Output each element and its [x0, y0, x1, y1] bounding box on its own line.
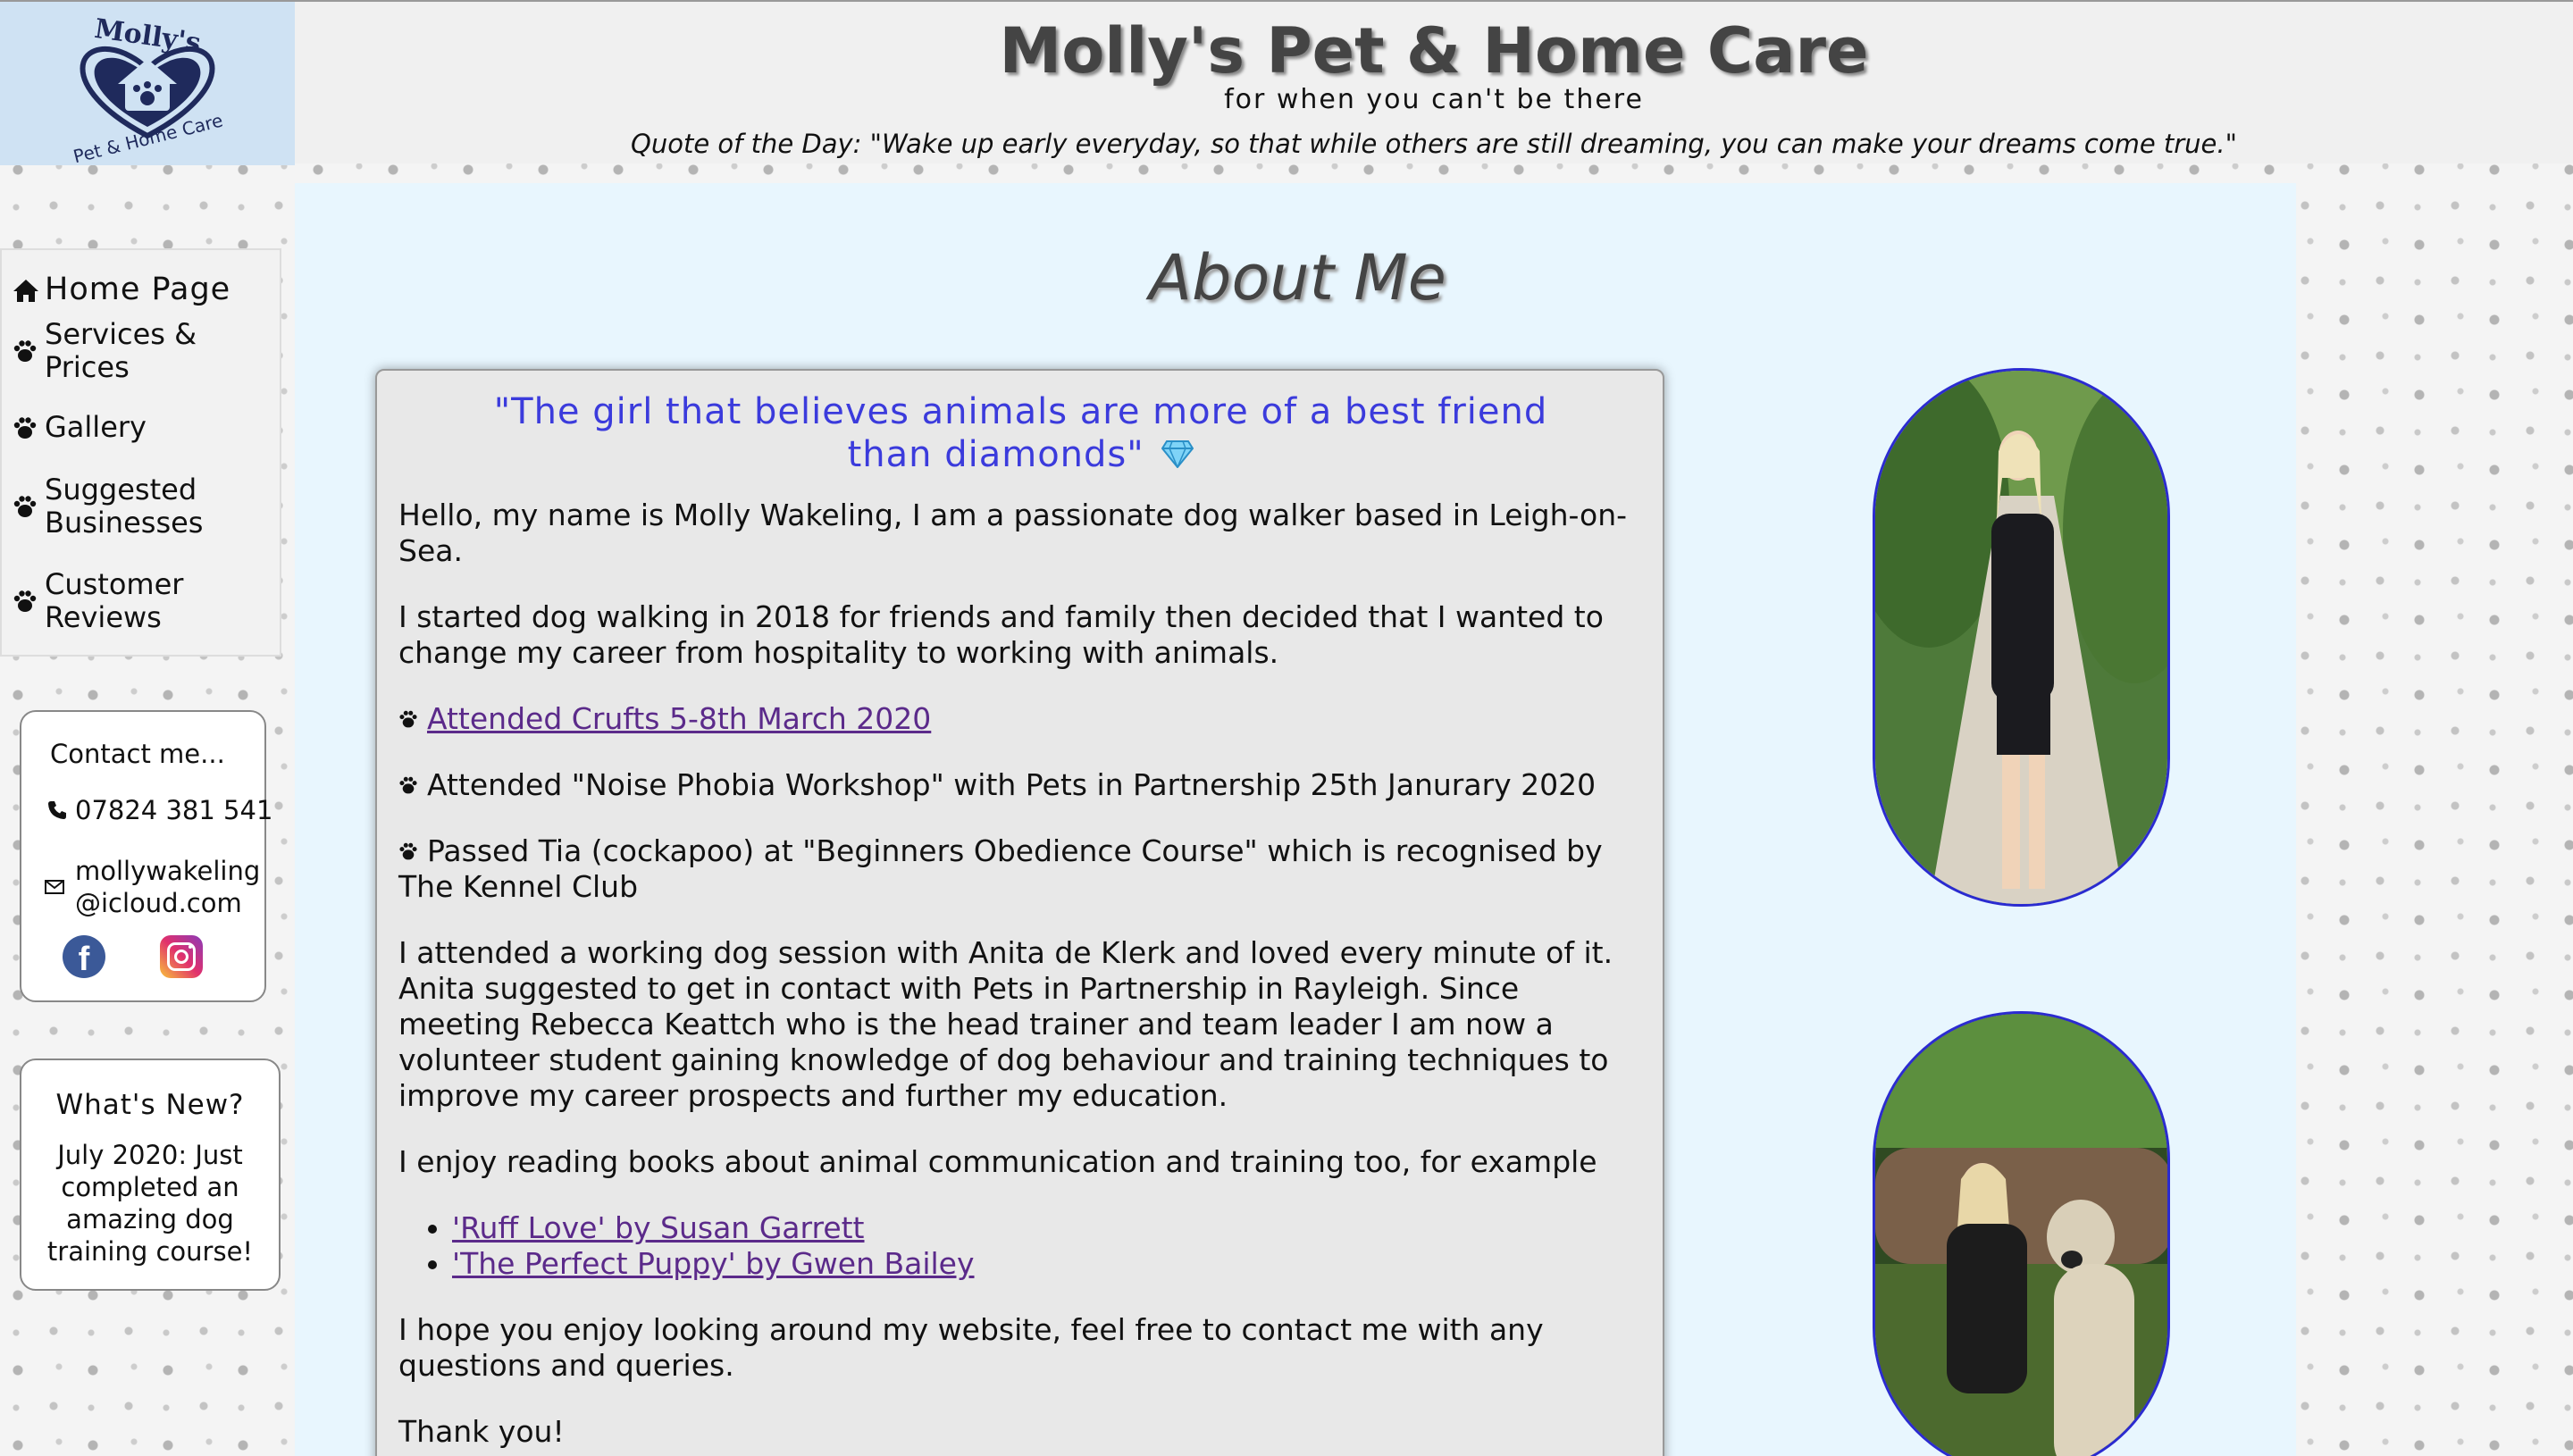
closing-paragraph: I hope you enjoy looking around my websi… — [398, 1312, 1544, 1383]
diamond-icon — [1161, 435, 1194, 478]
crufts-line: Attended Crufts 5-8th March 2020 — [398, 701, 1643, 737]
nav-item-suggested-businesses[interactable]: Suggested Businesses — [13, 473, 281, 540]
home-icon — [13, 278, 45, 303]
tia-line: Passed Tia (cockapoo) at "Beginners Obed… — [398, 833, 1643, 905]
contact-email-row[interactable]: mollywakeling @icloud.com — [45, 855, 288, 919]
books-list: 'Ruff Love' by Susan Garrett 'The Perfec… — [452, 1210, 1643, 1282]
tia-text: Passed Tia (cockapoo) at "Beginners Obed… — [398, 833, 1603, 904]
nav-label: Home Page — [45, 272, 231, 307]
whats-new-title: What's New? — [55, 1089, 245, 1121]
photo-molly-image — [1875, 371, 2167, 904]
photo-dog-image — [1875, 1014, 2167, 1456]
paw-icon — [398, 833, 427, 869]
thanks-text: Thank you! — [398, 1414, 565, 1449]
contact-phone[interactable]: 07824 381 541 — [75, 795, 272, 825]
logo-heart-icon: Molly's Pet & Home Care — [71, 13, 225, 165]
paw-icon — [13, 589, 45, 614]
contact-phone-row[interactable]: 07824 381 541 — [46, 795, 289, 825]
paw-icon — [13, 339, 45, 364]
paw-icon — [13, 494, 45, 519]
books-intro: I enjoy reading books about animal commu… — [398, 1144, 1597, 1179]
lead-quote-text: "The girl that believes animals are more… — [493, 391, 1548, 475]
facebook-icon[interactable]: f — [63, 935, 105, 978]
book-link-perfect-puppy[interactable]: 'The Perfect Puppy' by Gwen Bailey — [452, 1246, 975, 1281]
book-link-ruff-love[interactable]: 'Ruff Love' by Susan Garrett — [452, 1210, 865, 1245]
nav-label: Suggested Businesses — [45, 473, 204, 540]
photo-molly-path — [1873, 368, 2170, 907]
site-header: Molly's Pet & Home Care Molly's Pet & Ho… — [0, 0, 2573, 165]
paw-icon — [398, 775, 427, 795]
intro-paragraph: Hello, my name is Molly Wakeling, I am a… — [398, 498, 1628, 568]
quote-of-the-day: Quote of the Day: "Wake up early everyda… — [631, 129, 2237, 159]
whats-new-text: July 2020: Just completed an amazing dog… — [46, 1140, 254, 1267]
noise-text: Attended "Noise Phobia Workshop" with Pe… — [427, 767, 1597, 802]
photo-molly-with-dog — [1873, 1011, 2170, 1456]
nav-item-home[interactable]: Home Page — [13, 273, 281, 306]
crufts-link[interactable]: Attended Crufts 5-8th March 2020 — [427, 701, 931, 737]
started-paragraph: I started dog walking in 2018 for friend… — [398, 599, 1604, 670]
list-item: 'Ruff Love' by Susan Garrett — [452, 1210, 1643, 1246]
list-item: 'The Perfect Puppy' by Gwen Bailey — [452, 1246, 1643, 1282]
nav-item-customer-reviews[interactable]: Customer Reviews — [13, 568, 281, 634]
paw-icon — [398, 709, 427, 729]
nav-label: Customer Reviews — [45, 567, 184, 634]
nav-item-services[interactable]: Services & Prices — [13, 318, 281, 384]
contact-title: Contact me... — [50, 739, 225, 769]
site-title: Molly's Pet & Home Care — [999, 14, 1869, 88]
instagram-icon[interactable] — [160, 935, 203, 978]
sidebar-nav: Home Page Services & Prices Gallery Sugg… — [0, 248, 281, 657]
nav-label: Services & Prices — [45, 317, 197, 384]
site-tagline: for when you can't be there — [1224, 84, 1644, 115]
contact-email-line2[interactable]: @icloud.com — [75, 887, 260, 919]
phone-icon — [46, 799, 68, 821]
paw-icon — [13, 415, 45, 440]
nav-item-gallery[interactable]: Gallery — [13, 411, 281, 444]
logo[interactable]: Molly's Pet & Home Care — [0, 2, 295, 165]
page-title: About Me — [1149, 241, 1446, 314]
about-card: "The girl that believes animals are more… — [375, 369, 1664, 1456]
noise-line: Attended "Noise Phobia Workshop" with Pe… — [398, 767, 1643, 803]
working-paragraph: I attended a working dog session with An… — [398, 935, 1613, 1113]
whats-new-box: What's New? July 2020: Just completed an… — [20, 1059, 281, 1291]
email-icon — [45, 880, 64, 894]
svg-text:Molly's: Molly's — [93, 13, 203, 59]
lead-quote: "The girl that believes animals are more… — [452, 390, 1589, 478]
nav-label: Gallery — [45, 410, 147, 444]
contact-box: Contact me... 07824 381 541 mollywakelin… — [20, 710, 272, 1002]
contact-email-line1[interactable]: mollywakeling — [75, 855, 260, 887]
